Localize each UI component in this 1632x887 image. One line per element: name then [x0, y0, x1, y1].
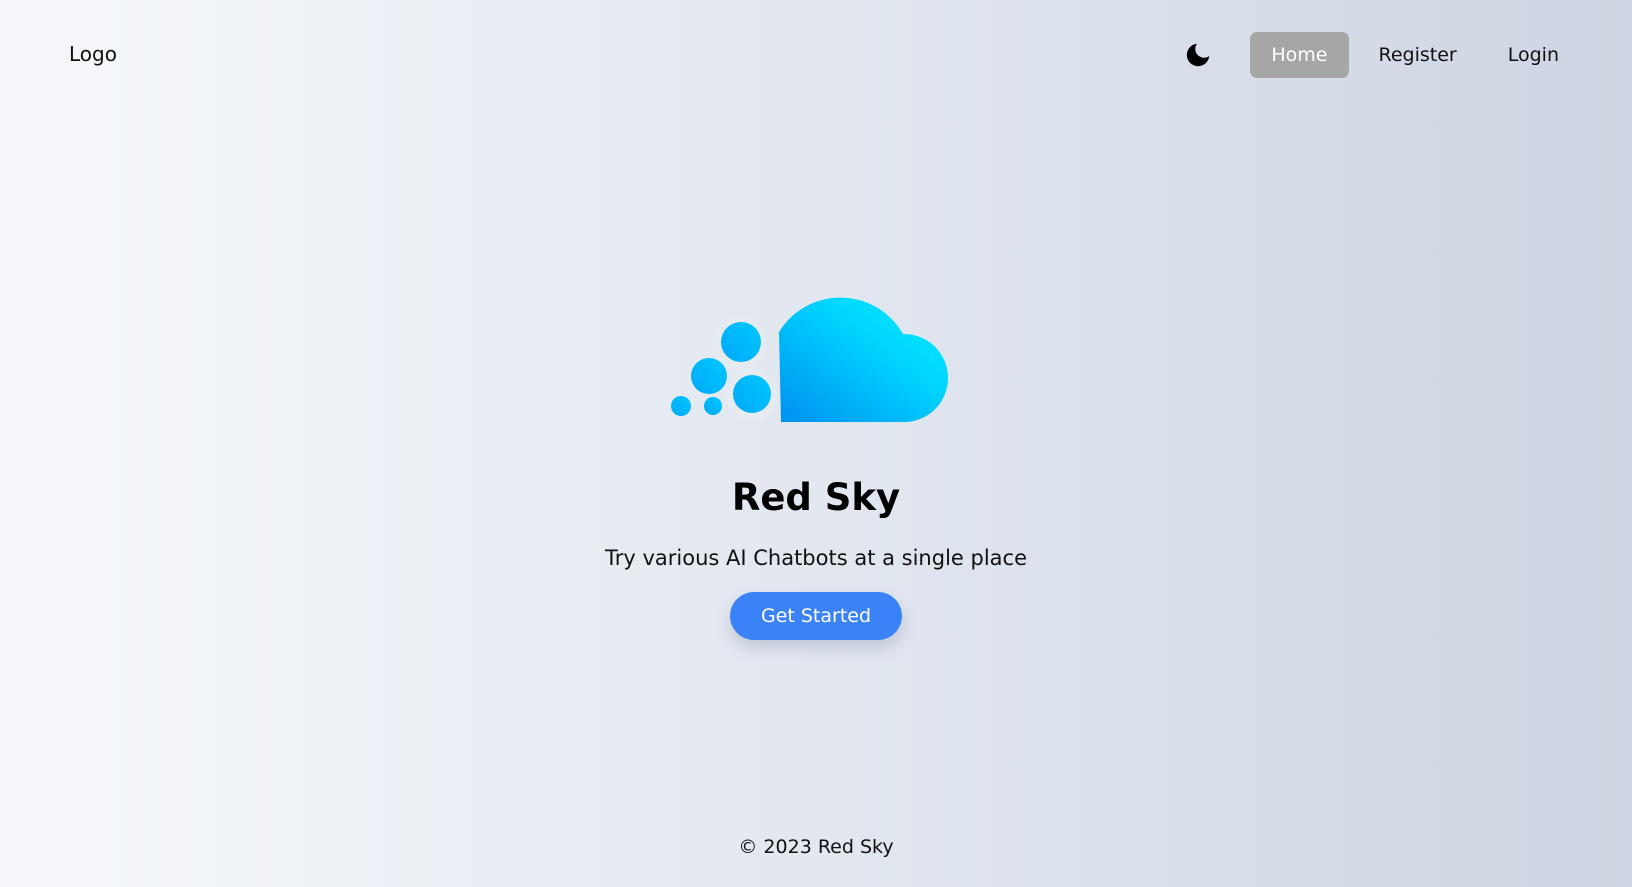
- moon-icon[interactable]: [1181, 38, 1215, 72]
- hero-subtitle: Try various AI Chatbots at a single plac…: [604, 545, 1028, 570]
- top-navbar: Logo Home Register Login: [0, 30, 1632, 80]
- logo-link[interactable]: Logo: [69, 42, 117, 66]
- hero-title: Red Sky: [731, 476, 901, 519]
- nav-register-link[interactable]: Register: [1358, 32, 1478, 78]
- nav-login-link[interactable]: Login: [1487, 32, 1580, 78]
- footer-copyright: © 2023 Red Sky: [738, 836, 894, 858]
- nav-links: Home Register Login: [1181, 30, 1580, 80]
- get-started-button[interactable]: Get Started: [729, 591, 903, 640]
- hero-section: Red Sky Try various AI Chatbots at a sin…: [0, 270, 1632, 640]
- nav-home-link[interactable]: Home: [1250, 32, 1349, 78]
- cloud-icon: [671, 297, 949, 422]
